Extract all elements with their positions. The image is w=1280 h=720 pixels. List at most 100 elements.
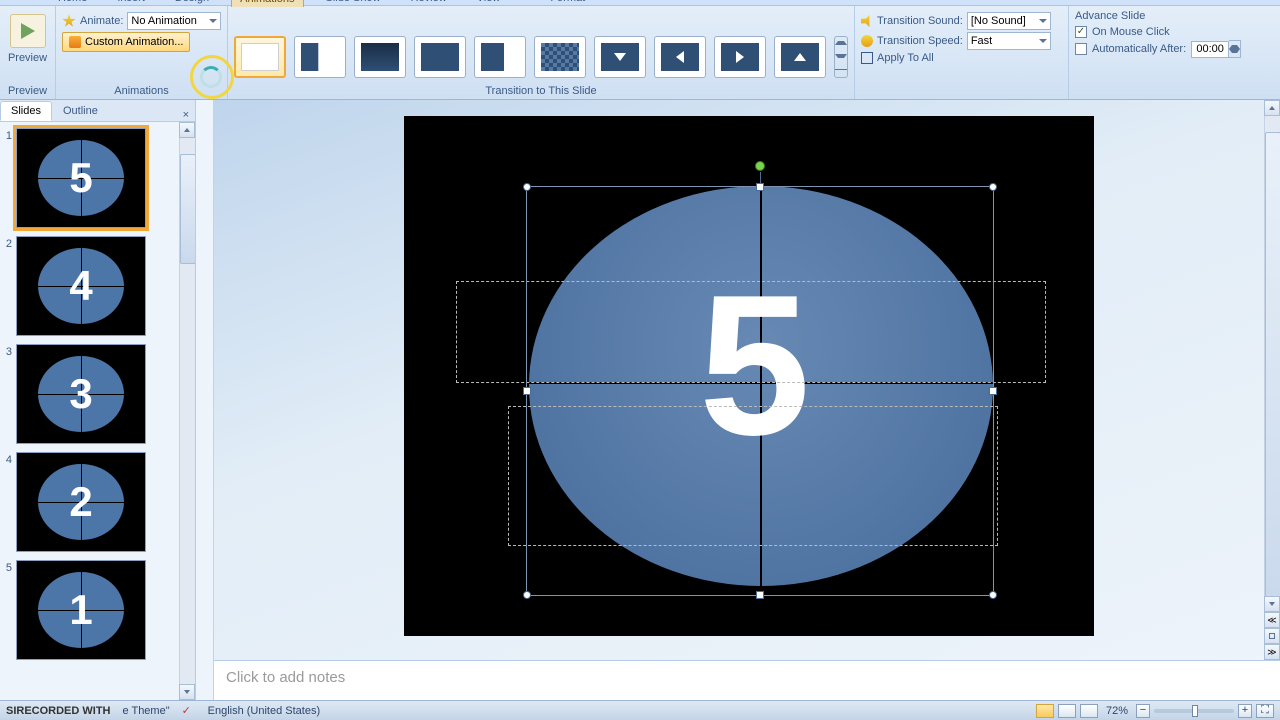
theme-indicator: e Theme" bbox=[123, 705, 170, 717]
animate-label: Animate: bbox=[80, 15, 123, 27]
on-mouse-click-label: On Mouse Click bbox=[1092, 26, 1170, 38]
goto-slide-button[interactable] bbox=[1264, 628, 1280, 644]
next-slide-button[interactable]: ≫ bbox=[1264, 644, 1280, 660]
transition-sound-value: [No Sound] bbox=[971, 15, 1026, 27]
view-slideshow-button[interactable] bbox=[1080, 704, 1098, 718]
zoom-slider-thumb[interactable] bbox=[1192, 705, 1198, 717]
preview-button-label: Preview bbox=[8, 52, 47, 64]
group-transition-props: Transition Sound: [No Sound] Transition … bbox=[855, 6, 1069, 99]
zoom-in-button[interactable]: + bbox=[1238, 704, 1252, 718]
slide-thumbnail[interactable]: 2 4 bbox=[2, 236, 191, 336]
speed-icon bbox=[861, 35, 873, 47]
notes-pane[interactable]: Click to add notes bbox=[214, 660, 1280, 700]
animate-dropdown-value: No Animation bbox=[131, 15, 196, 27]
language-indicator[interactable]: English (United States) bbox=[208, 705, 321, 717]
pane-close-button[interactable]: × bbox=[177, 109, 195, 121]
apply-to-all-button[interactable]: Apply To All bbox=[861, 52, 1062, 64]
resize-handle[interactable] bbox=[756, 591, 764, 599]
transition-none[interactable] bbox=[234, 36, 286, 78]
scroll-up-button[interactable] bbox=[1264, 100, 1280, 116]
group-advance-slide: Advance Slide On Mouse Click Automatical… bbox=[1069, 6, 1269, 99]
slide-number: 1 bbox=[2, 128, 12, 228]
pane-tab-slides[interactable]: Slides bbox=[0, 101, 52, 121]
group-transition-gallery: Transition to This Slide bbox=[228, 6, 855, 99]
chevron-down-icon bbox=[1039, 19, 1047, 23]
transition-speed-value: Fast bbox=[971, 35, 992, 47]
gallery-more[interactable] bbox=[834, 36, 848, 78]
transition-cut[interactable] bbox=[294, 36, 346, 78]
slide-canvas[interactable]: 5 bbox=[404, 116, 1094, 636]
view-sorter-button[interactable] bbox=[1058, 704, 1076, 718]
ribbon: Preview Preview Animate: No Animation Cu… bbox=[0, 6, 1280, 100]
slide-thumbnail[interactable]: 5 1 bbox=[2, 560, 191, 660]
selection-frame[interactable] bbox=[526, 186, 994, 596]
slide-thumbnail[interactable]: 3 3 bbox=[2, 344, 191, 444]
group-transition-label: Transition to This Slide bbox=[228, 85, 854, 97]
transition-sound-label: Transition Sound: bbox=[877, 15, 963, 27]
transition-uncover-left[interactable] bbox=[654, 36, 706, 78]
custom-animation-label: Custom Animation... bbox=[85, 36, 183, 48]
scroll-thumb[interactable] bbox=[180, 154, 195, 264]
advance-slide-title: Advance Slide bbox=[1075, 10, 1263, 22]
view-normal-button[interactable] bbox=[1036, 704, 1054, 718]
recording-watermark: SIRECORDED WITH bbox=[6, 705, 111, 717]
scroll-thumb[interactable] bbox=[1265, 132, 1280, 612]
transition-uncover-right[interactable] bbox=[714, 36, 766, 78]
apply-all-label: Apply To All bbox=[877, 52, 934, 64]
group-animations: Animate: No Animation Custom Animation..… bbox=[56, 6, 228, 99]
transition-fade-black[interactable] bbox=[414, 36, 466, 78]
resize-handle[interactable] bbox=[989, 183, 997, 191]
resize-handle[interactable] bbox=[523, 591, 531, 599]
slide-number: 4 bbox=[2, 452, 12, 552]
pane-scrollbar[interactable] bbox=[179, 122, 195, 700]
preview-button[interactable] bbox=[10, 14, 46, 48]
transition-wipe[interactable] bbox=[474, 36, 526, 78]
editor-scrollbar[interactable]: ≪ ≫ bbox=[1264, 100, 1280, 660]
auto-after-input[interactable] bbox=[1191, 41, 1229, 58]
scroll-down-button[interactable] bbox=[179, 684, 195, 700]
status-bar: SIRECORDED WITH e Theme" ✓ English (Unit… bbox=[0, 700, 1280, 720]
auto-after-checkbox[interactable] bbox=[1075, 43, 1087, 55]
transition-speed-label: Transition Speed: bbox=[877, 35, 963, 47]
chevron-down-icon bbox=[209, 19, 217, 23]
resize-handle[interactable] bbox=[989, 591, 997, 599]
zoom-level[interactable]: 72% bbox=[1102, 705, 1132, 717]
zoom-out-button[interactable]: − bbox=[1136, 704, 1150, 718]
transition-uncover-down[interactable] bbox=[594, 36, 646, 78]
transition-dissolve[interactable] bbox=[534, 36, 586, 78]
transition-speed-dropdown[interactable]: Fast bbox=[967, 32, 1051, 50]
editor-area: 5 bbox=[214, 100, 1280, 700]
on-mouse-click-checkbox[interactable] bbox=[1075, 26, 1087, 38]
resize-handle[interactable] bbox=[523, 387, 531, 395]
apply-all-icon bbox=[861, 52, 873, 64]
zoom-slider[interactable] bbox=[1154, 709, 1234, 713]
rotate-handle[interactable] bbox=[755, 161, 765, 171]
slide-thumbnail[interactable]: 4 2 bbox=[2, 452, 191, 552]
vertical-ruler bbox=[196, 100, 214, 700]
scroll-up-button[interactable] bbox=[179, 122, 195, 138]
custom-animation-button[interactable]: Custom Animation... bbox=[62, 32, 190, 52]
slide-number: 3 bbox=[2, 344, 12, 444]
chevron-down-icon bbox=[1039, 39, 1047, 43]
fit-window-button[interactable]: ⛶ bbox=[1256, 704, 1274, 718]
busy-spinner-icon bbox=[200, 66, 222, 88]
resize-handle[interactable] bbox=[989, 387, 997, 395]
transition-fade[interactable] bbox=[354, 36, 406, 78]
spellcheck-icon[interactable]: ✓ bbox=[182, 704, 196, 718]
resize-handle[interactable] bbox=[756, 183, 764, 191]
transition-sound-dropdown[interactable]: [No Sound] bbox=[967, 12, 1051, 30]
custom-animation-icon bbox=[69, 36, 81, 48]
auto-after-spinner[interactable] bbox=[1191, 40, 1241, 58]
prev-slide-button[interactable]: ≪ bbox=[1264, 612, 1280, 628]
group-preview-label: Preview bbox=[0, 85, 55, 97]
slide-thumbnail[interactable]: 1 5 bbox=[2, 128, 191, 228]
slide-number: 2 bbox=[2, 236, 12, 336]
animate-dropdown[interactable]: No Animation bbox=[127, 12, 221, 30]
resize-handle[interactable] bbox=[523, 183, 531, 191]
slide-number: 5 bbox=[2, 560, 12, 660]
transition-uncover-up[interactable] bbox=[774, 36, 826, 78]
auto-after-label: Automatically After: bbox=[1092, 43, 1186, 55]
group-animations-label: Animations bbox=[56, 85, 227, 97]
scroll-down-button[interactable] bbox=[1264, 596, 1280, 612]
pane-tab-outline[interactable]: Outline bbox=[52, 101, 109, 121]
